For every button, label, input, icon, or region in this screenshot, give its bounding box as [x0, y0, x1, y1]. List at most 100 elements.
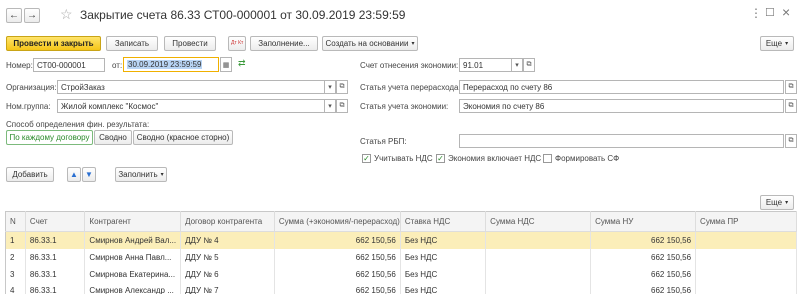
date-field[interactable]: 30.09.2019 23:59:59 — [123, 57, 219, 72]
cell-contract: ДДУ № 6 — [180, 265, 275, 283]
cell-vat-rate: Без НДС — [400, 282, 487, 294]
maximize-icon[interactable]: ☐ — [765, 6, 775, 19]
cell-amount-nu: 662 150,56 — [590, 265, 697, 283]
rbp-open-icon[interactable]: ⧉ — [785, 134, 797, 148]
post-button[interactable]: Провести — [164, 36, 216, 51]
overspend-item-field[interactable]: Перерасход по счету 86 — [459, 80, 784, 94]
create-based-label: Создать на основании — [325, 39, 409, 48]
cell-n: 2 — [5, 248, 26, 266]
cell-account: 86.33.1 — [25, 248, 86, 266]
number-label: Номер: — [6, 61, 33, 70]
table-header-row: N Счет Контрагент Договор контрагента Су… — [5, 211, 797, 232]
cell-amount-nu: 662 150,56 — [590, 248, 697, 266]
cell-contract: ДДУ № 4 — [180, 231, 275, 249]
cell-amount-nu: 662 150,56 — [590, 282, 697, 294]
title-bar: ← → ☆ Закрытие счета 86.33 СТ00-000001 о… — [0, 0, 800, 32]
more-options-icon[interactable]: ⋮ — [750, 6, 762, 20]
economy-account-label: Счет отнесения экономии: — [360, 61, 459, 70]
move-up-button[interactable]: ▲ — [67, 167, 81, 182]
column-header[interactable]: Счет — [25, 211, 86, 232]
nomgroup-open-icon[interactable]: ⧉ — [336, 99, 348, 113]
table-row[interactable]: 3 86.33.1 Смирнова Екатерина... ДДУ № 6 … — [5, 265, 797, 283]
column-header[interactable]: Сумма ПР — [695, 211, 797, 232]
post-and-close-button[interactable]: Провести и закрыть — [6, 36, 101, 51]
vat-checkbox[interactable]: ✓ — [362, 154, 371, 163]
org-label: Организация: — [6, 83, 57, 92]
nomgroup-field[interactable]: Жилой комплекс "Космос" — [57, 99, 327, 113]
table-fill-button[interactable]: Заполнить ▾ — [115, 167, 167, 182]
close-icon[interactable]: × — [782, 4, 790, 20]
cell-vat-amount — [485, 231, 592, 249]
table-row[interactable]: 2 86.33.1 Смирнов Анна Павл... ДДУ № 5 6… — [5, 248, 797, 266]
chevron-down-icon: ▾ — [160, 172, 164, 178]
closing-table: N Счет Контрагент Договор контрагента Су… — [5, 211, 797, 294]
column-header[interactable]: Договор контрагента — [180, 211, 275, 232]
column-header[interactable]: Ставка НДС — [400, 211, 487, 232]
cell-amount: 662 150,56 — [274, 248, 401, 266]
save-button[interactable]: Записать — [106, 36, 158, 51]
org-open-icon[interactable]: ⧉ — [336, 80, 348, 94]
rbp-field[interactable] — [459, 134, 784, 148]
fill-button[interactable]: Заполнение... — [250, 36, 318, 51]
calendar-icon[interactable]: ▦ — [220, 57, 232, 72]
invoice-checkbox[interactable] — [543, 154, 552, 163]
economy-item-open-icon[interactable]: ⧉ — [785, 99, 797, 113]
cell-amount-pr — [695, 282, 797, 294]
arrow-up-icon: ▲ — [70, 170, 78, 179]
org-field[interactable]: СтройЗаказ — [57, 80, 327, 94]
overspend-item-open-icon[interactable]: ⧉ — [785, 80, 797, 94]
economy-account-dropdown-icon[interactable]: ▾ — [511, 58, 523, 72]
cell-counterparty: Смирнов Анна Павл... — [84, 248, 182, 266]
nomgroup-dropdown-icon[interactable]: ▾ — [324, 99, 336, 113]
cell-vat-amount — [485, 248, 592, 266]
org-dropdown-icon[interactable]: ▾ — [324, 80, 336, 94]
cell-amount-pr — [695, 231, 797, 249]
cell-counterparty: Смирнова Екатерина... — [84, 265, 182, 283]
forward-button[interactable]: → — [24, 8, 40, 23]
add-row-button[interactable]: Добавить — [6, 167, 54, 182]
column-header[interactable]: Сумма НДС — [485, 211, 592, 232]
cell-amount-nu: 662 150,56 — [590, 231, 697, 249]
method-option-per-contract[interactable]: По каждому договору — [6, 130, 93, 145]
table-more-button[interactable]: Еще ▾ — [760, 195, 794, 210]
column-header[interactable]: Сумма (+экономия/-перерасход) — [274, 211, 401, 232]
more-button[interactable]: Еще ▾ — [760, 36, 794, 51]
economy-account-field[interactable]: 91.01 — [459, 58, 514, 72]
economy-vat-checkbox[interactable]: ✓ — [436, 154, 445, 163]
cell-account: 86.33.1 — [25, 231, 86, 249]
move-down-button[interactable]: ▼ — [82, 167, 96, 182]
cell-amount: 662 150,56 — [274, 265, 401, 283]
economy-item-field[interactable]: Экономия по счету 86 — [459, 99, 784, 113]
cell-vat-rate: Без НДС — [400, 231, 487, 249]
column-header[interactable]: Контрагент — [84, 211, 182, 232]
green-link-icon[interactable]: ⇄ — [238, 58, 246, 69]
economy-vat-checkbox-label: Экономия включает НДС — [448, 154, 542, 163]
create-based-button[interactable]: Создать на основании ▾ — [322, 36, 418, 51]
cell-amount-pr — [695, 265, 797, 283]
cell-vat-rate: Без НДС — [400, 265, 487, 283]
date-label: от: — [112, 61, 123, 70]
table-row[interactable]: 4 86.33.1 Смирнов Александр ... ДДУ № 7 … — [5, 282, 797, 294]
table-row[interactable]: 1 86.33.1 Смирнов Андрей Вал... ДДУ № 4 … — [5, 231, 797, 249]
cell-counterparty: Смирнов Александр ... — [84, 282, 182, 294]
cell-counterparty: Смирнов Андрей Вал... — [84, 231, 182, 249]
cell-amount: 662 150,56 — [274, 231, 401, 249]
economy-account-open-icon[interactable]: ⧉ — [523, 58, 535, 72]
back-button[interactable]: ← — [6, 8, 22, 23]
method-option-summary[interactable]: Сводно — [94, 130, 132, 145]
more-label: Еще — [765, 39, 783, 48]
number-field[interactable]: СТ00-000001 — [33, 58, 105, 72]
table-fill-label: Заполнить — [118, 170, 158, 179]
economy-item-label: Статья учета экономии: — [360, 102, 449, 111]
cell-amount: 662 150,56 — [274, 282, 401, 294]
cell-contract: ДДУ № 5 — [180, 248, 275, 266]
nomgroup-label: Ном.группа: — [6, 102, 51, 111]
method-option-summary-storno[interactable]: Сводно (красное сторно) — [133, 130, 233, 145]
favorite-star-icon[interactable]: ☆ — [60, 6, 73, 23]
invoice-checkbox-label: Формировать СФ — [555, 154, 620, 163]
dtkt-button[interactable]: Дт Кт — [228, 36, 246, 51]
column-header[interactable]: Сумма НУ — [590, 211, 697, 232]
cell-n: 4 — [5, 282, 26, 294]
dtkt-icon: Дт Кт — [231, 40, 244, 46]
column-header[interactable]: N — [5, 211, 26, 232]
